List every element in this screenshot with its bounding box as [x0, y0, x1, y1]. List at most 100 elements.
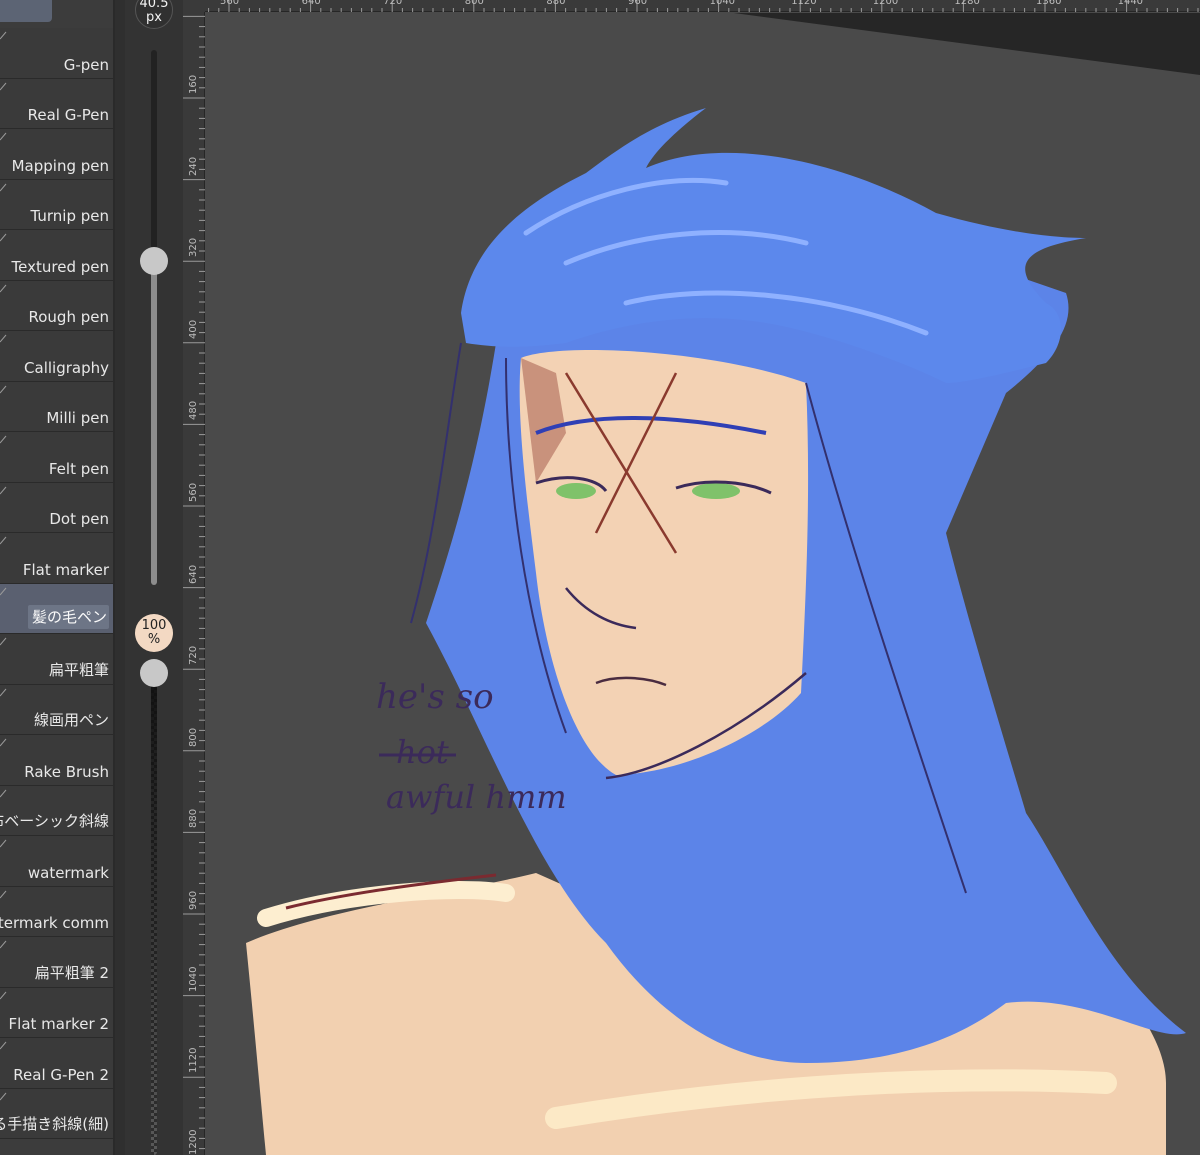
panel-tab[interactable]	[0, 0, 52, 22]
ruler-left-label: 880	[188, 809, 199, 829]
brush-item[interactable]: 髪の毛ペン	[0, 583, 113, 634]
brush-item-label: Felt pen	[48, 459, 109, 478]
brush-item[interactable]: 扁平粗筆	[0, 634, 113, 685]
brush-stroke-preview-icon	[0, 486, 7, 494]
brush-item-label: 扁平粗筆	[48, 660, 109, 679]
note-line-2: hot	[396, 733, 449, 771]
brush-opacity-value: 100	[141, 618, 167, 633]
brush-item[interactable]: Milli pen	[0, 381, 113, 432]
brush-item[interactable]: Turnip pen	[0, 179, 113, 230]
brush-item-label: G-pen	[63, 55, 109, 74]
brush-item-label: Calligraphy	[24, 358, 109, 377]
ruler-top-label: 640	[301, 0, 321, 7]
brush-stroke-preview-icon	[0, 132, 7, 141]
brush-stroke-preview-icon	[0, 789, 7, 797]
ruler-top-label: 880	[546, 0, 566, 7]
brush-item[interactable]: Rough pen	[0, 280, 113, 331]
ruler-top-label: 1200	[872, 0, 899, 7]
brush-item[interactable]: 線画用ペン	[0, 684, 113, 735]
artwork-sketch: he's so hot awful hmm	[246, 13, 1200, 1155]
brush-item[interactable]: Rake Brush	[0, 735, 113, 786]
brush-item-label: Textured pen	[11, 257, 109, 276]
brush-item[interactable]: Dot pen	[0, 482, 113, 533]
brush-item[interactable]: Flat marker	[0, 533, 113, 584]
panel-scrollbar[interactable]	[115, 0, 125, 1155]
brush-opacity-handle[interactable]	[140, 659, 168, 687]
brush-item[interactable]: 布ベーシック斜線	[0, 785, 113, 836]
brush-stroke-preview-icon	[0, 738, 7, 747]
brush-stroke-preview-icon	[0, 183, 7, 191]
brush-stroke-preview-icon	[0, 233, 7, 242]
brush-size-fill	[151, 247, 157, 585]
brush-stroke-preview-icon	[0, 839, 7, 848]
clip-studio-window: G-pen Real G-Pen Mapping pen Turnip pen Text…	[0, 0, 1200, 1155]
brush-stroke-preview-icon	[0, 284, 7, 292]
brush-item-label: 線画用ペン	[33, 711, 109, 729]
brush-item[interactable]: Textured pen	[0, 230, 113, 281]
brush-stroke-preview-icon	[0, 385, 7, 393]
brush-item-label: Flat marker 2	[8, 1015, 109, 1033]
brush-item[interactable]: る手描き斜線(細)	[0, 1088, 113, 1139]
brush-item-label: 布ベーシック斜線	[0, 812, 109, 830]
brush-stroke-preview-icon	[0, 940, 7, 949]
brush-item[interactable]: Mapping pen	[0, 129, 113, 180]
brush-stroke-preview-icon	[0, 1041, 7, 1050]
brush-item-label: watermark comm	[0, 914, 109, 932]
brush-opacity-slider[interactable]	[151, 672, 157, 1155]
brush-item-label: Dot pen	[49, 510, 109, 528]
brush-size-slider[interactable]	[151, 50, 157, 585]
ruler-left-label: 1200	[188, 1129, 199, 1155]
brush-item[interactable]: Calligraphy	[0, 331, 113, 382]
ruler-left-label: 800	[188, 727, 199, 747]
ruler-top-label: 1360	[1036, 0, 1062, 7]
canvas-edge-shadow	[733, 13, 1200, 75]
brush-item-label: Rough pen	[28, 308, 110, 326]
brush-item-label: 扁平粗筆 2	[34, 963, 109, 982]
brush-item-label: 髪の毛ペン	[27, 605, 109, 629]
ruler-top-label: 720	[383, 0, 403, 7]
brush-size-handle[interactable]	[140, 247, 168, 275]
ruler-left-label: 480	[188, 401, 199, 421]
brush-stroke-preview-icon	[0, 991, 7, 999]
brush-item-label: Real G-Pen	[27, 106, 109, 124]
brush-item-label: Rake Brush	[24, 762, 109, 781]
brush-item[interactable]: Real G-Pen	[0, 78, 113, 129]
ruler-left-label: 640	[188, 564, 199, 584]
ruler-left-label: 240	[188, 156, 199, 176]
brush-item[interactable]: Felt pen	[0, 432, 113, 483]
ruler-left-label: 160	[188, 74, 199, 94]
ruler-corner	[183, 0, 205, 12]
ruler-top-label: 800	[464, 0, 484, 7]
drawing-canvas[interactable]: he's so hot awful hmm	[206, 13, 1200, 1155]
brush-item-label: Flat marker	[22, 560, 109, 579]
brush-stroke-preview-icon	[0, 1092, 7, 1100]
ruler-left-label: 1040	[188, 966, 199, 992]
note-line-1: he's so	[376, 677, 494, 717]
brush-opacity-readout: 100 %	[135, 614, 173, 652]
brush-stroke-preview-icon	[0, 536, 7, 545]
ruler-left-label: 720	[188, 646, 199, 666]
brush-stroke-preview-icon	[0, 637, 7, 646]
vertical-ruler: 160 240 320 400 480 560 640 720 800 880 960 1040 112…	[183, 12, 205, 1155]
brush-stroke-preview-icon	[0, 435, 7, 444]
ruler-top-label: 1120	[791, 0, 817, 7]
brush-item[interactable]: G-pen	[0, 28, 113, 79]
brush-slider-panel: 40.5 px 100 %	[125, 0, 183, 1155]
brush-list-panel: G-pen Real G-Pen Mapping pen Turnip pen Text…	[0, 0, 115, 1155]
brush-item-label: Milli pen	[46, 409, 109, 427]
brush-stroke-preview-icon	[0, 31, 7, 40]
brush-item[interactable]: watermark comm	[0, 886, 113, 937]
brush-item[interactable]: watermark	[0, 836, 113, 887]
brush-item-label: る手描き斜線(細)	[0, 1115, 109, 1133]
ruler-left-label: 400	[188, 319, 199, 339]
brush-item[interactable]: 扁平粗筆 2	[0, 937, 113, 988]
ruler-top-label: 1440	[1117, 0, 1144, 7]
brush-stroke-preview-icon	[0, 82, 7, 90]
brush-item[interactable]: Real G-Pen 2	[0, 1038, 113, 1089]
eye-left	[556, 483, 596, 499]
ruler-left-label: 960	[188, 890, 199, 910]
brush-item-label: Turnip pen	[30, 207, 109, 225]
ruler-top-label: 960	[628, 0, 648, 7]
brush-item-label: Real G-Pen 2	[13, 1065, 109, 1084]
brush-item[interactable]: Flat marker 2	[0, 987, 113, 1038]
